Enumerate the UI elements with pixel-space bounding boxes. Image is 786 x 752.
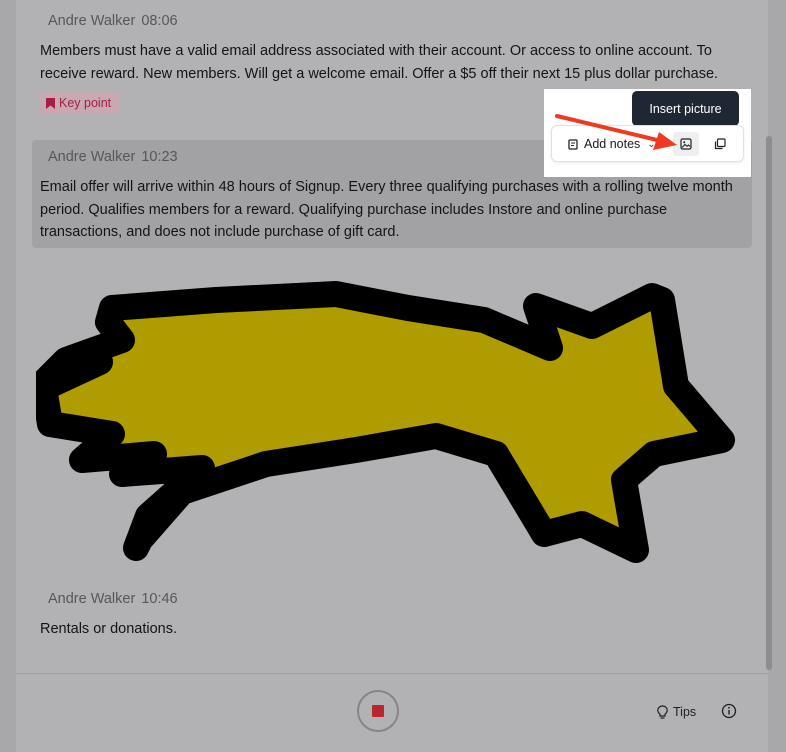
message-time: 10:23 — [141, 149, 178, 165]
key-point-label: Key point — [59, 96, 112, 110]
stop-icon — [372, 705, 384, 717]
message-line: Email offer will arrive within 48 hours … — [40, 179, 733, 195]
message-text[interactable]: Email offer will arrive within 48 hours … — [40, 176, 750, 244]
tips-label: Tips — [673, 705, 697, 719]
message-time: 10:46 — [141, 591, 178, 607]
shooting-star-drawing[interactable] — [36, 278, 748, 574]
lightbulb-icon — [657, 704, 668, 719]
stop-recording-button[interactable] — [357, 690, 399, 732]
copy-icon — [714, 138, 726, 150]
message-line: Members must have a valid email address … — [40, 43, 712, 59]
footer-divider — [16, 673, 768, 674]
message-line: transactions, and does not include purch… — [40, 224, 400, 240]
message-text[interactable]: Members must have a valid email address … — [40, 40, 750, 85]
message-line: receive reward. New members. Will get a … — [40, 65, 719, 82]
message-header: Andre Walker 10:23 — [48, 149, 178, 165]
message-line: period. Qualifies members for a reward. … — [40, 201, 668, 218]
scrollbar-thumb[interactable] — [766, 136, 772, 670]
info-icon[interactable] — [721, 703, 737, 719]
tips-button[interactable]: Tips — [656, 702, 696, 722]
key-point-tag[interactable]: Key point — [40, 92, 120, 114]
message-time: 08:06 — [141, 13, 178, 29]
message-header: Andre Walker 10:46 — [48, 591, 178, 607]
message-author: Andre Walker — [48, 13, 136, 29]
message-author: Andre Walker — [48, 591, 136, 607]
copy-button[interactable] — [707, 132, 733, 156]
message-author: Andre Walker — [48, 149, 136, 165]
message-text[interactable]: Rentals or donations. — [40, 618, 750, 641]
bookmark-icon — [46, 97, 55, 109]
message-header: Andre Walker 08:06 — [48, 13, 178, 29]
message-line: Rentals or donations. — [40, 621, 178, 637]
annotation-arrow — [555, 114, 677, 150]
